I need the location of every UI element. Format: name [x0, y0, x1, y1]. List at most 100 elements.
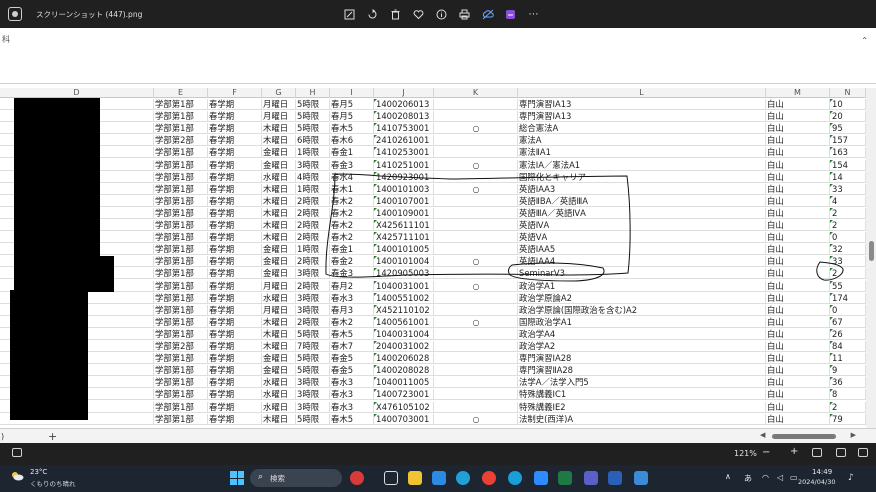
chevron-up-icon[interactable]: ⌃ [861, 36, 868, 45]
table-cell[interactable]: 2 [830, 401, 866, 413]
table-cell[interactable]: 春学期 [208, 365, 262, 377]
table-cell[interactable]: 春木2 [330, 220, 374, 231]
table-cell[interactable]: 金曜日 [262, 353, 296, 365]
table-cell[interactable]: 春金3 [330, 159, 374, 171]
table-cell[interactable] [434, 292, 518, 304]
table-cell[interactable]: 1400107001 [374, 195, 434, 207]
table-cell[interactable]: 春金1 [330, 244, 374, 256]
excel-icon[interactable] [558, 471, 572, 485]
table-cell[interactable]: 木曜日 [262, 207, 296, 219]
table-cell[interactable]: 学部第1部 [154, 99, 208, 110]
table-cell[interactable]: 3時限 [296, 389, 330, 401]
table-cell[interactable]: 専門演習ⅡA28 [518, 365, 766, 377]
table-cell[interactable]: 学部第1部 [154, 280, 208, 292]
edge-icon[interactable] [456, 471, 470, 485]
table-cell[interactable]: 金曜日 [262, 147, 296, 159]
table-cell[interactable]: 木曜日 [262, 232, 296, 244]
table-cell[interactable]: 学部第2部 [154, 341, 208, 352]
table-cell[interactable]: 春月5 [330, 99, 374, 110]
table-cell[interactable]: 1040011005 [374, 377, 434, 389]
wifi-icon[interactable]: ◠ [762, 473, 769, 482]
table-cell[interactable]: 法制史(西洋)A [518, 413, 766, 425]
table-cell[interactable]: 学部第1部 [154, 292, 208, 304]
column-header[interactable]: M [766, 88, 830, 98]
table-cell[interactable]: 春学期 [208, 159, 262, 171]
table-cell[interactable]: 木曜日 [262, 316, 296, 328]
table-cell[interactable]: 春学期 [208, 256, 262, 268]
table-cell[interactable]: 白山 [766, 220, 830, 231]
table-cell[interactable]: 春学期 [208, 111, 262, 123]
table-cell[interactable]: 2時限 [296, 280, 330, 292]
table-cell[interactable]: 0 [830, 304, 866, 316]
table-cell[interactable]: 学部第1部 [154, 401, 208, 413]
table-cell[interactable]: 春金2 [330, 256, 374, 268]
table-cell[interactable]: 10 [830, 99, 866, 110]
table-cell[interactable]: 木曜日 [262, 341, 296, 352]
table-cell[interactable]: 英語ⅡBA／英語ⅢA [518, 195, 766, 207]
table-cell[interactable]: 春水4 [330, 171, 374, 183]
table-cell[interactable]: 1400101003 [374, 183, 434, 195]
table-cell[interactable]: 金曜日 [262, 159, 296, 171]
table-cell[interactable]: 春学期 [208, 135, 262, 147]
speaker-icon[interactable]: ◁ [777, 473, 783, 482]
table-cell[interactable] [434, 365, 518, 377]
table-cell[interactable]: 33 [830, 183, 866, 195]
table-cell[interactable]: X425711101 [374, 232, 434, 244]
table-cell[interactable]: 水曜日 [262, 292, 296, 304]
more-icon[interactable]: ⋯ [522, 5, 545, 23]
table-cell[interactable]: 水曜日 [262, 377, 296, 389]
table-cell[interactable]: 白山 [766, 147, 830, 159]
table-cell[interactable]: 学部第1部 [154, 353, 208, 365]
chevron-up-icon[interactable]: ∧ [725, 472, 731, 481]
table-cell[interactable]: 学部第1部 [154, 244, 208, 256]
table-cell[interactable]: 1400101005 [374, 244, 434, 256]
table-cell[interactable]: 白山 [766, 244, 830, 256]
table-cell[interactable]: 1400551002 [374, 292, 434, 304]
table-cell[interactable]: 白山 [766, 123, 830, 135]
photos-taskbar-icon[interactable] [634, 471, 648, 485]
table-cell[interactable]: 春学期 [208, 316, 262, 328]
table-cell[interactable]: 春学期 [208, 268, 262, 280]
table-cell[interactable]: 春木5 [330, 328, 374, 340]
table-cell[interactable]: 白山 [766, 256, 830, 268]
table-cell[interactable]: 憲法A [518, 135, 766, 147]
table-cell[interactable]: 水曜日 [262, 401, 296, 413]
table-cell[interactable]: 1400206028 [374, 353, 434, 365]
table-cell[interactable] [434, 111, 518, 123]
battery-icon[interactable]: ▭ [790, 473, 798, 482]
table-cell[interactable]: 月曜日 [262, 99, 296, 110]
table-cell[interactable]: 1400109001 [374, 207, 434, 219]
table-cell[interactable]: 春水3 [330, 389, 374, 401]
table-cell[interactable]: 白山 [766, 268, 830, 280]
clock-time[interactable]: 14:49 [812, 468, 832, 476]
table-cell[interactable]: 総合憲法A [518, 123, 766, 135]
table-cell[interactable]: 白山 [766, 316, 830, 328]
table-cell[interactable] [434, 341, 518, 352]
fullscreen-icon[interactable] [858, 448, 868, 457]
filmstrip-icon[interactable] [12, 448, 22, 457]
table-cell[interactable]: X425611101 [374, 220, 434, 231]
table-cell[interactable]: 学部第1部 [154, 256, 208, 268]
scroll-right-icon[interactable]: ▶ [851, 431, 856, 439]
table-cell[interactable]: 政治学A4 [518, 328, 766, 340]
table-cell[interactable]: 憲法ⅡA1 [518, 147, 766, 159]
table-cell[interactable]: 白山 [766, 341, 830, 352]
table-cell[interactable]: 9 [830, 365, 866, 377]
table-cell[interactable]: 春木5 [330, 413, 374, 425]
table-cell[interactable]: 月曜日 [262, 280, 296, 292]
ime-icon[interactable]: あ [744, 473, 752, 484]
cloud-sun-icon[interactable] [10, 471, 24, 481]
table-cell[interactable]: 春学期 [208, 401, 262, 413]
table-cell[interactable]: ○ [434, 280, 518, 292]
teams-icon[interactable] [584, 471, 598, 485]
table-cell[interactable]: 1410253001 [374, 147, 434, 159]
table-cell[interactable]: 1時限 [296, 147, 330, 159]
table-cell[interactable]: 春木2 [330, 195, 374, 207]
table-cell[interactable]: 3時限 [296, 304, 330, 316]
table-cell[interactable]: 春水3 [330, 401, 374, 413]
table-cell[interactable]: 春学期 [208, 341, 262, 352]
table-cell[interactable]: 春学期 [208, 99, 262, 110]
table-cell[interactable]: 学部第1部 [154, 268, 208, 280]
table-cell[interactable]: 政治学A1 [518, 280, 766, 292]
table-cell[interactable] [434, 244, 518, 256]
